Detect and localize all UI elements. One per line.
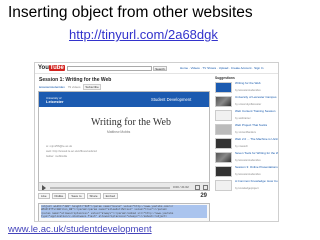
video-thumbnail[interactable] xyxy=(215,96,232,107)
suggestion-title[interactable]: Seven Tools for Writing for the Web xyxy=(235,152,278,155)
logo-you: You xyxy=(38,65,49,71)
like-button[interactable]: Like xyxy=(38,193,50,199)
suggestion-meta: by webtrainer xyxy=(235,117,251,120)
suggestion-meta: by leicesterstudentdev xyxy=(235,173,261,176)
embed-button[interactable]: Embed xyxy=(102,193,119,199)
player-slide-title: Writing for the Web xyxy=(91,117,171,128)
slide-title: Inserting object from other websites xyxy=(8,4,253,21)
department-label: Student Development xyxy=(151,97,192,102)
suggestion-item[interactable]: Web Content Training Session by webtraine… xyxy=(215,109,278,123)
suggestion-item[interactable]: University of Leicester Campus by univers… xyxy=(215,95,278,109)
video-thumbnail[interactable] xyxy=(215,152,232,163)
search-button[interactable]: Search xyxy=(153,66,167,71)
channel-videos: 79 videos xyxy=(67,85,81,89)
time-display: 0:00 / 21:02 xyxy=(173,185,189,189)
video-thumbnail[interactable] xyxy=(215,166,232,177)
top-nav[interactable]: Home · Videos · TV Shows · Upload · Crea… xyxy=(180,66,263,70)
video-thumbnail[interactable] xyxy=(215,82,232,93)
suggestion-meta: by leicesterstudentdev xyxy=(235,159,261,162)
fullscreen-icon[interactable] xyxy=(203,185,208,190)
suggestion-meta: by leicesterstudentdev xyxy=(235,89,261,92)
video-thumbnail[interactable] xyxy=(215,138,232,149)
subscribe-button[interactable]: Subscribe xyxy=(83,84,101,90)
share-button[interactable]: Share xyxy=(86,193,101,199)
suggestion-title[interactable]: Web Content Training Session xyxy=(235,110,278,113)
video-player[interactable]: University of Leicester Student Developm… xyxy=(38,91,210,191)
suggestion-item[interactable]: A Common Knowledge: How Copy by knowledge… xyxy=(215,179,278,193)
player-controls: 0:00 / 21:02 xyxy=(39,182,209,190)
tinyurl-link[interactable]: http://tinyurl.com/2a68dgk xyxy=(69,27,218,42)
suggestion-meta: by mwesch xyxy=(235,145,248,148)
suggestion-item[interactable]: Writing for the Web by leicesterstudentde… xyxy=(215,81,278,95)
youtube-logo[interactable]: YouTube xyxy=(38,65,65,72)
player-web: web: http://www2.le.ac.uk/offices/ssds/s… xyxy=(46,149,97,153)
suggestion-title[interactable]: Web Project That Sucks xyxy=(235,124,278,127)
action-bar: Like Dislike Save to Share Embed 29 xyxy=(38,193,210,201)
uni-logo-line2: Leicester xyxy=(46,99,64,104)
suggestion-title[interactable]: A Common Knowledge: How Copy xyxy=(235,180,278,183)
suggestion-meta: by universityofleicester xyxy=(235,103,262,106)
logo-tube: Tube xyxy=(48,65,65,71)
suggestion-meta: by knowledgeproject xyxy=(235,187,259,190)
video-thumbnail[interactable] xyxy=(215,110,232,121)
footer-link[interactable]: www.le.ac.uk/studentdevelopment xyxy=(8,224,152,235)
suggestion-title[interactable]: Web 2.0 ... The Machine is Us/ing Us xyxy=(235,138,278,141)
university-logo: University of Leicester xyxy=(46,96,64,104)
embed-code-line: type="application/x-shockwave-flash" all… xyxy=(41,214,207,219)
embed-code-field[interactable]: <object width="480" height="385"><param … xyxy=(38,203,210,221)
view-count: 29 xyxy=(200,193,207,199)
suggestion-title[interactable]: Session 3: Online Presentations xyxy=(235,166,278,169)
seek-bar[interactable] xyxy=(50,187,170,189)
search-input[interactable] xyxy=(67,66,152,71)
suggestion-meta: by vincentflanders xyxy=(235,131,256,134)
player-email: w: mjm256@le.ac.uk xyxy=(46,144,72,148)
youtube-header: YouTube Search Home · Videos · TV Shows … xyxy=(35,63,278,74)
save-to-button[interactable]: Save to xyxy=(68,193,85,199)
suggestion-item[interactable]: Web Project That Sucks by vincentflanders xyxy=(215,123,278,137)
video-thumbnail[interactable] xyxy=(215,180,232,191)
play-icon[interactable] xyxy=(42,185,46,190)
volume-icon[interactable] xyxy=(195,185,200,190)
channel-name[interactable]: leicesterstudentdev xyxy=(39,85,65,89)
channel-row: leicesterstudentdev 79 videos Subscribe xyxy=(39,84,101,90)
video-thumbnail[interactable] xyxy=(215,124,232,135)
suggestion-title[interactable]: University of Leicester Campus xyxy=(235,96,278,99)
player-header-banner: University of Leicester Student Developm… xyxy=(39,92,209,107)
suggestion-list: Writing for the Web by leicesterstudentde… xyxy=(215,81,278,193)
youtube-screenshot: YouTube Search Home · Videos · TV Shows … xyxy=(34,62,279,222)
suggestion-item[interactable]: Web 2.0 ... The Machine is Us/ing Us by m… xyxy=(215,137,278,151)
video-title: Session 1: Writing for the Web xyxy=(39,77,112,83)
player-twitter: twitter: mobbs4le xyxy=(46,154,68,158)
suggestion-title[interactable]: Writing for the Web xyxy=(235,82,278,85)
suggestion-item[interactable]: Seven Tools for Writing for the Web by le… xyxy=(215,151,278,165)
dislike-button[interactable]: Dislike xyxy=(51,193,67,199)
suggestions-sidebar: Suggestions Writing for the Web by leices… xyxy=(215,76,278,193)
suggestion-item[interactable]: Session 3: Online Presentations by leices… xyxy=(215,165,278,179)
player-author: Matthew Mobbs xyxy=(107,130,131,134)
